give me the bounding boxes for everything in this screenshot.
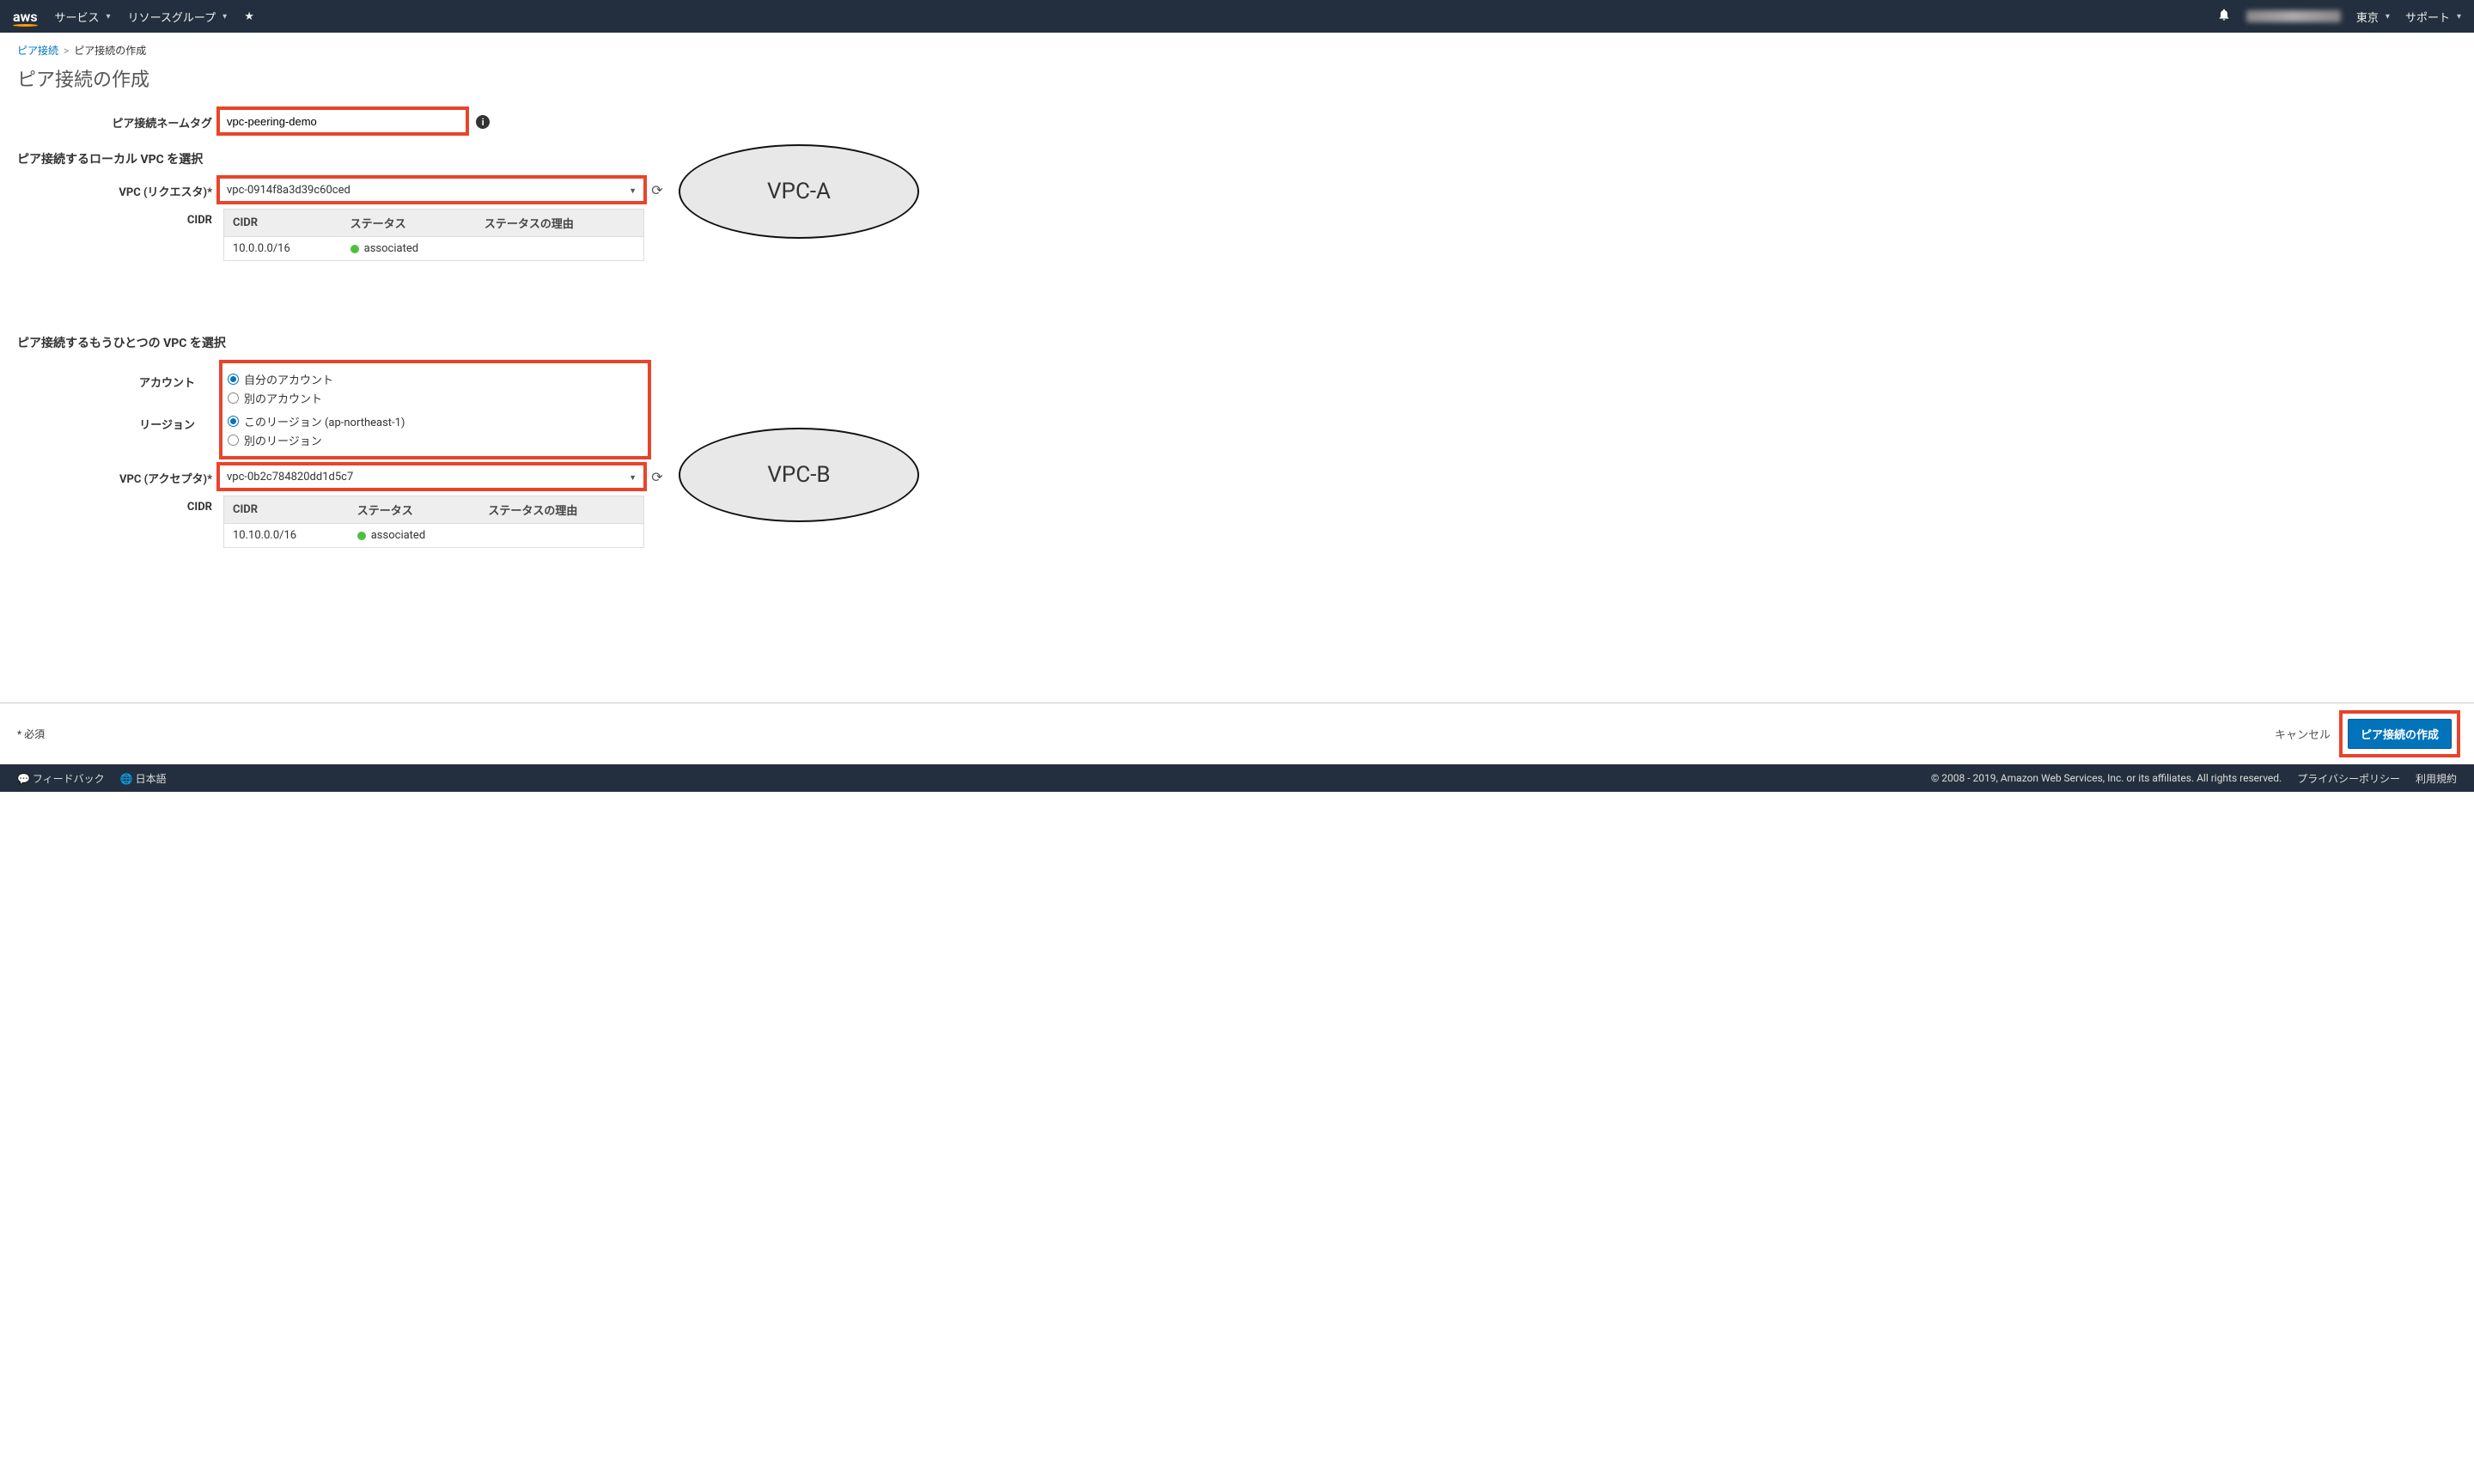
refresh-icon[interactable]: ⟳ [649, 469, 665, 484]
breadcrumb-parent[interactable]: ピア接続 [17, 45, 58, 57]
status-cell: associated [349, 524, 480, 548]
radio-other-region[interactable]: 別のリージョン [228, 432, 405, 448]
requester-section-header: ピア接続するローカル VPC を選択 [17, 150, 2457, 167]
feedback-link[interactable]: 💬 フィードバック [17, 771, 105, 786]
th-cidr: CIDR [224, 210, 342, 237]
table-row: 10.0.0.0/16 associated [224, 237, 644, 261]
radio-other-account[interactable]: 別のアカウント [228, 390, 333, 406]
name-tag-input[interactable] [219, 109, 466, 133]
th-status-reason: ステータスの理由 [479, 496, 643, 524]
th-status: ステータス [342, 210, 476, 237]
breadcrumb-current: ピア接続の作成 [74, 45, 146, 57]
language-selector[interactable]: 🌐 日本語 [120, 771, 167, 786]
radio-icon [228, 374, 239, 385]
accepter-cidr-label: CIDR [17, 501, 219, 514]
radio-this-region[interactable]: このリージョン (ap-northeast-1) [228, 413, 405, 429]
reason-cell [479, 524, 643, 548]
notifications-icon[interactable] [2217, 8, 2231, 25]
name-tag-label: ピア接続ネームタグ [17, 109, 219, 131]
radio-my-account[interactable]: 自分のアカウント [228, 371, 333, 387]
privacy-link[interactable]: プライバシーポリシー [2297, 771, 2400, 786]
radio-icon [228, 435, 239, 446]
accepter-cidr-table: CIDR ステータス ステータスの理由 10.10.0.0/16 associa… [223, 496, 644, 548]
region-label: リージョン [0, 411, 202, 432]
reason-cell [476, 237, 644, 261]
callout-vpc-b: VPC-B [679, 428, 919, 522]
callout-vpc-a: VPC-A [679, 144, 919, 239]
cancel-button[interactable]: キャンセル [2275, 726, 2331, 742]
account-name-blurred[interactable] [2246, 10, 2341, 22]
main-content: ピア接続 > ピア接続の作成 ピア接続の作成 ピア接続ネームタグ i ピア接続す… [0, 33, 2474, 668]
chevron-down-icon [629, 184, 637, 197]
requester-cidr-label: CIDR [17, 214, 219, 227]
requester-vpc-select[interactable]: vpc-0914f8a3d39c60ced [219, 178, 644, 202]
footer: 💬 フィードバック 🌐 日本語 © 2008 - 2019, Amazon We… [0, 764, 2474, 792]
required-note: * 必須 [17, 727, 45, 741]
aws-logo: aws [13, 9, 38, 25]
requester-cidr-table: CIDR ステータス ステータスの理由 10.0.0.0/16 associat… [223, 209, 644, 261]
terms-link[interactable]: 利用規約 [2416, 771, 2457, 786]
chevron-down-icon [629, 471, 637, 484]
refresh-icon[interactable]: ⟳ [649, 182, 665, 198]
copyright: © 2008 - 2019, Amazon Web Services, Inc.… [1931, 772, 2282, 784]
nav-region[interactable]: 東京 [2356, 9, 2390, 25]
info-icon[interactable]: i [476, 115, 490, 129]
top-navigation: aws サービス リソースグループ ★ 東京 サポート [0, 0, 2474, 33]
pin-icon[interactable]: ★ [244, 10, 254, 23]
requester-vpc-value: vpc-0914f8a3d39c60ced [227, 184, 629, 197]
cidr-cell: 10.10.0.0/16 [224, 524, 349, 548]
status-cell: associated [342, 237, 476, 261]
nav-support[interactable]: サポート [2405, 9, 2461, 25]
status-dot-icon [357, 532, 366, 540]
th-status-reason: ステータスの理由 [476, 210, 644, 237]
cidr-cell: 10.0.0.0/16 [224, 237, 342, 261]
status-dot-icon [350, 245, 359, 253]
nav-services[interactable]: サービス [55, 9, 111, 25]
accepter-vpc-label: VPC (アクセプタ)* [17, 465, 219, 486]
page-title: ピア接続の作成 [17, 64, 2457, 92]
radio-icon [228, 392, 239, 404]
table-row: 10.10.0.0/16 associated [224, 524, 644, 548]
create-button[interactable]: ピア接続の作成 [2348, 719, 2452, 749]
breadcrumb: ピア接続 > ピア接続の作成 [17, 43, 2457, 58]
nav-resource-groups[interactable]: リソースグループ [128, 9, 228, 25]
radio-icon [228, 416, 239, 427]
requester-vpc-label: VPC (リクエスタ)* [17, 178, 219, 199]
accepter-vpc-value: vpc-0b2c784820dd1d5c7 [227, 471, 629, 484]
account-label: アカウント [0, 368, 202, 390]
accepter-section-header: ピア接続するもうひとつの VPC を選択 [17, 334, 2457, 351]
action-bar: * 必須 キャンセル ピア接続の作成 [0, 702, 2474, 764]
accepter-vpc-select[interactable]: vpc-0b2c784820dd1d5c7 [219, 465, 644, 489]
th-status: ステータス [349, 496, 480, 524]
th-cidr: CIDR [224, 496, 349, 524]
